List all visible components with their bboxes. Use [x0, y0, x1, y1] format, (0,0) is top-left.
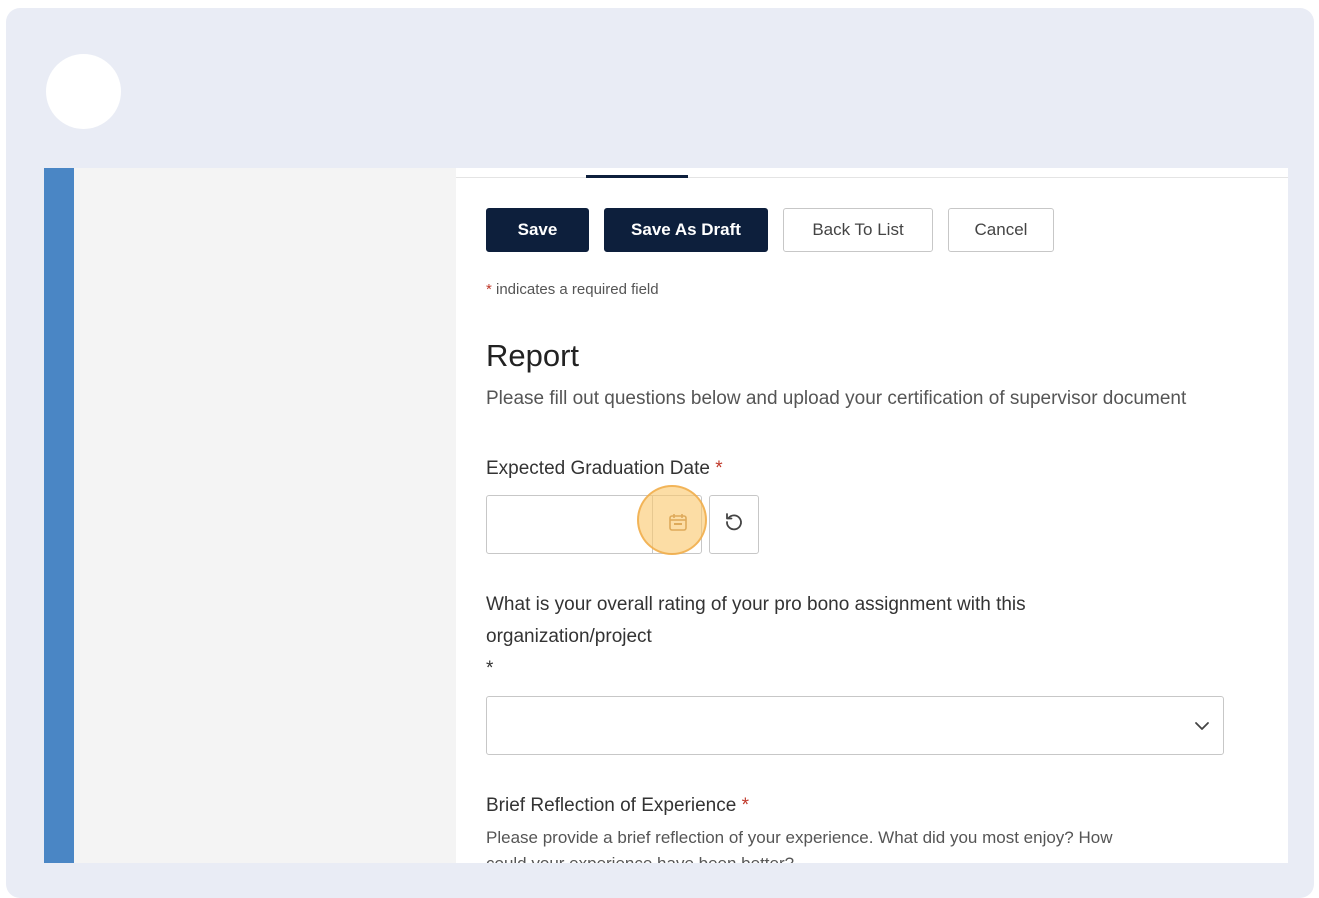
tab-divider [456, 177, 1288, 178]
form-content: Save Save As Draft Back To List Cancel *… [456, 168, 1288, 863]
reset-date-button[interactable] [709, 495, 759, 554]
sidebar-panel [74, 168, 456, 863]
graduation-date-label: Expected Graduation Date * [486, 458, 723, 480]
chevron-down-icon [1193, 717, 1211, 740]
section-description: Please fill out questions below and uplo… [486, 388, 1187, 409]
reset-icon [722, 510, 746, 539]
required-field-note: * indicates a required field [486, 281, 659, 298]
back-to-list-button[interactable]: Back To List [783, 208, 933, 252]
screenshot-frame: Save Save As Draft Back To List Cancel *… [6, 8, 1314, 898]
reflection-label: Brief Reflection of Experience * [486, 795, 749, 817]
calendar-button[interactable] [652, 495, 702, 554]
reflection-label-text: Brief Reflection of Experience [486, 795, 737, 816]
graduation-date-label-text: Expected Graduation Date [486, 458, 710, 479]
rating-label-line1: What is your overall rating of your pro … [486, 594, 1026, 615]
active-tab-indicator [586, 175, 688, 178]
avatar [46, 54, 121, 129]
rating-select[interactable] [486, 696, 1224, 755]
save-button[interactable]: Save [486, 208, 589, 252]
graduation-required-star: * [715, 458, 723, 479]
reflection-help-line2: could your experience have been better? [486, 854, 794, 863]
reflection-required-star: * [741, 795, 749, 816]
sidebar-accent-strip [44, 168, 74, 863]
required-note-text: indicates a required field [491, 281, 659, 298]
save-as-draft-button[interactable]: Save As Draft [604, 208, 768, 252]
rating-label-line2: organization/project [486, 626, 652, 647]
cancel-button[interactable]: Cancel [948, 208, 1054, 252]
reflection-help-line1: Please provide a brief reflection of you… [486, 828, 1113, 847]
section-title: Report [486, 338, 580, 373]
rating-required-star: * [486, 658, 494, 679]
calendar-icon [667, 511, 689, 538]
page-viewport: Save Save As Draft Back To List Cancel *… [44, 168, 1288, 863]
